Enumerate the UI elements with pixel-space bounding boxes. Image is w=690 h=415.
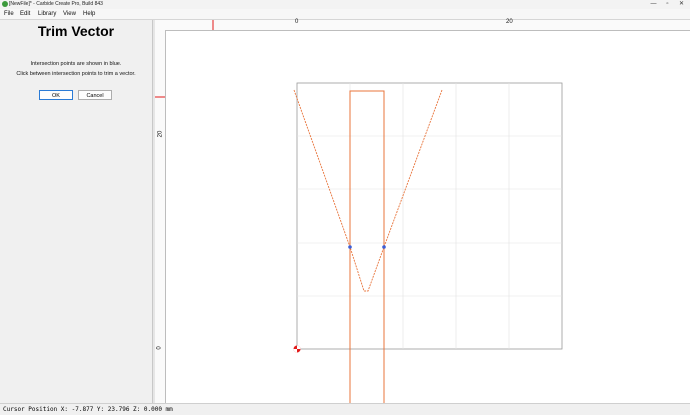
- menu-bar: File Edit Library View Help: [0, 9, 690, 19]
- menu-file[interactable]: File: [4, 9, 14, 19]
- intersection-point-left[interactable]: [348, 245, 352, 249]
- trim-vector-panel: Trim Vector Intersection points are show…: [0, 20, 153, 403]
- menu-help[interactable]: Help: [83, 9, 95, 19]
- ok-button[interactable]: OK: [39, 90, 73, 100]
- ruler-x-20: 20: [506, 19, 513, 25]
- menu-view[interactable]: View: [63, 9, 76, 19]
- maximize-icon[interactable]: ▫: [661, 0, 674, 9]
- window-title: [NewFile]* - Carbide Create Pro, Build 8…: [9, 1, 103, 7]
- title-bar: [NewFile]* - Carbide Create Pro, Build 8…: [0, 0, 690, 9]
- panel-instruction-2: Click between intersection points to tri…: [16, 71, 136, 77]
- cancel-button[interactable]: Cancel: [78, 90, 112, 100]
- menu-edit[interactable]: Edit: [20, 9, 30, 19]
- ruler-y-0: 0: [156, 346, 163, 350]
- panel-title: Trim Vector: [37, 23, 115, 39]
- stock-outline: [296, 82, 563, 350]
- origin-marker-icon: [293, 345, 301, 353]
- close-icon[interactable]: ✕: [675, 0, 688, 9]
- canvas-drawing[interactable]: [166, 31, 690, 403]
- status-bar: Cursor Position X: -7.877 Y: 23.796 Z: 0…: [0, 403, 690, 415]
- vertical-ruler: 20 0: [155, 30, 166, 403]
- app-icon: [2, 1, 8, 7]
- horizontal-ruler: 0 20: [166, 19, 690, 31]
- ruler-y-20: 20: [157, 130, 164, 138]
- intersection-point-right[interactable]: [382, 245, 386, 249]
- ruler-corner: [155, 20, 166, 30]
- cursor-position: Cursor Position X: -7.877 Y: 23.796 Z: 0…: [3, 406, 173, 413]
- ruler-x-0: 0: [295, 19, 299, 25]
- design-canvas[interactable]: [166, 31, 690, 403]
- menu-library[interactable]: Library: [38, 9, 56, 19]
- minimize-icon[interactable]: —: [647, 0, 660, 9]
- panel-instruction-1: Intersection points are shown in blue.: [30, 61, 122, 67]
- horizontal-ruler-ticks: [212, 20, 214, 30]
